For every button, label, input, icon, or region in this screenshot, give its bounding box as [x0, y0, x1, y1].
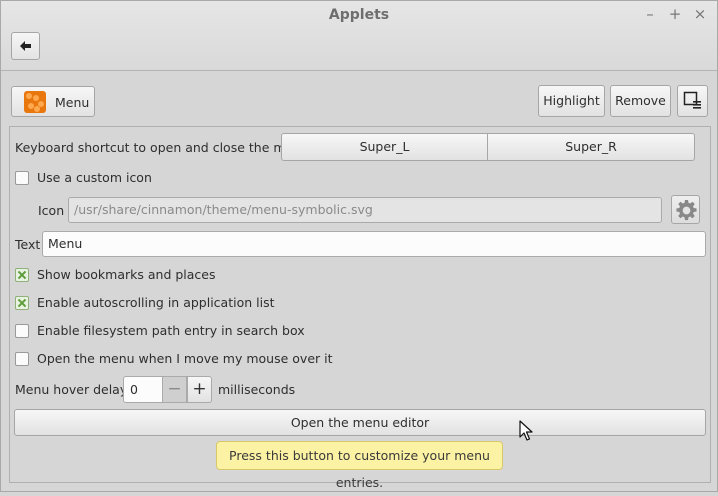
custom-icon-label: Use a custom icon: [37, 170, 152, 185]
hover-delay-label: Menu hover delay:: [15, 382, 131, 397]
title-bar: Applets – + ×: [1, 1, 717, 71]
gear-icon: [676, 199, 697, 221]
menu-applet-icon: [24, 91, 46, 113]
shortcut-label: Keyboard shortcut to open and close the …: [15, 140, 310, 155]
back-button[interactable]: [11, 32, 40, 60]
hover-open-checkbox[interactable]: [15, 352, 29, 366]
icon-label: Icon: [38, 203, 65, 218]
highlight-button[interactable]: Highlight: [538, 85, 605, 117]
applet-menu-button[interactable]: Menu: [11, 86, 95, 117]
icon-path-field: /usr/share/cinnamon/theme/menu-symbolic.…: [68, 197, 662, 223]
hover-open-label: Open the menu when I move my mouse over …: [37, 351, 333, 366]
shortcut-primary-button[interactable]: Super_L: [281, 133, 488, 161]
filesystem-path-label: Enable filesystem path entry in search b…: [37, 323, 305, 338]
autoscroll-label: Enable autoscrolling in application list: [37, 295, 275, 310]
applets-window: Applets – + × Menu Highlight Remove Keyb…: [0, 0, 718, 492]
hover-delay-decrement-button[interactable]: −: [162, 376, 187, 403]
maximize-button[interactable]: +: [666, 5, 684, 23]
applet-name: Menu: [55, 95, 90, 110]
shortcut-secondary-button[interactable]: Super_R: [487, 133, 695, 161]
show-bookmarks-label: Show bookmarks and places: [37, 267, 216, 282]
minimize-button[interactable]: –: [641, 5, 659, 23]
close-button[interactable]: ×: [691, 5, 709, 23]
icon-chooser-button: [671, 195, 700, 224]
autoscroll-checkbox[interactable]: [15, 296, 29, 310]
filesystem-path-checkbox[interactable]: [15, 324, 29, 338]
mouse-pointer-icon: [519, 420, 533, 441]
menu-text-field[interactable]: Menu: [42, 231, 706, 257]
menu-editor-tooltip: Press this button to customize your menu…: [216, 441, 503, 490]
open-menu-editor-button[interactable]: Open the menu editor: [14, 409, 706, 436]
show-bookmarks-checkbox[interactable]: [15, 268, 29, 282]
text-label: Text: [15, 237, 41, 252]
custom-icon-checkbox[interactable]: [15, 171, 29, 185]
remove-button[interactable]: Remove: [610, 85, 671, 117]
hover-delay-increment-button[interactable]: +: [187, 376, 212, 403]
hover-delay-units: milliseconds: [218, 382, 296, 397]
configure-icon: [683, 91, 701, 109]
window-title: Applets: [328, 7, 390, 23]
configure-applet-button[interactable]: [677, 85, 708, 117]
back-arrow-icon: [20, 41, 31, 51]
hover-delay-input[interactable]: 0: [123, 376, 163, 403]
